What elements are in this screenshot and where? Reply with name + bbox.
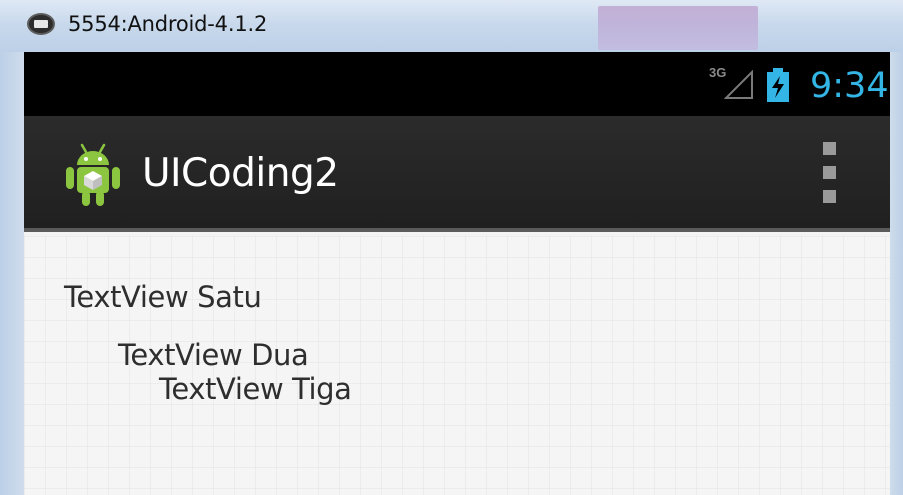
app-title: UICoding2 <box>142 151 339 196</box>
action-bar: UICoding2 <box>24 116 890 232</box>
textview-tiga: TextView Tiga <box>159 372 352 406</box>
battery-charging-icon <box>767 68 789 102</box>
status-bar[interactable]: 3G 9:34 <box>24 52 890 116</box>
status-clock: 9:34 <box>810 66 889 106</box>
textview-dua: TextView Dua <box>118 338 309 372</box>
window-frame-right <box>890 52 903 495</box>
emulator-title-bar[interactable]: 5554:Android-4.1.2 <box>0 0 903 52</box>
android-screen: 3G 9:34 UICoding2 TextView Satu TextView… <box>24 52 890 495</box>
window-frame-left <box>0 52 24 495</box>
android-emulator-icon[interactable] <box>27 13 55 35</box>
activity-content: TextView Satu TextView Dua TextView Tiga <box>24 236 890 495</box>
overflow-menu-button[interactable] <box>814 142 846 204</box>
background-window-blur <box>598 6 758 50</box>
textview-satu: TextView Satu <box>64 280 262 314</box>
emulator-window-title: 5554:Android-4.1.2 <box>68 12 268 36</box>
signal-strength-icon <box>724 70 753 99</box>
android-robot-icon[interactable] <box>64 141 122 207</box>
